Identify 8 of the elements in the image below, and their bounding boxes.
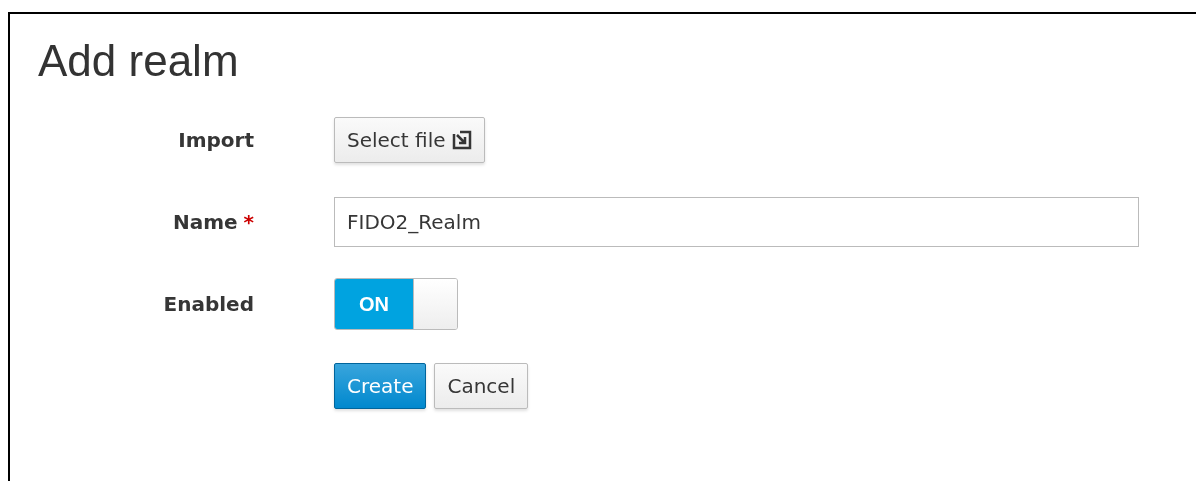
cancel-button[interactable]: Cancel bbox=[434, 363, 529, 409]
page-title: Add realm bbox=[38, 36, 240, 86]
name-label: Name * bbox=[172, 210, 254, 234]
import-icon bbox=[452, 130, 471, 150]
select-file-button[interactable]: Select file bbox=[334, 117, 485, 163]
name-field[interactable]: FIDO2_Realm bbox=[334, 197, 1139, 247]
import-label: Import bbox=[178, 128, 254, 152]
enabled-label: Enabled bbox=[163, 292, 254, 316]
